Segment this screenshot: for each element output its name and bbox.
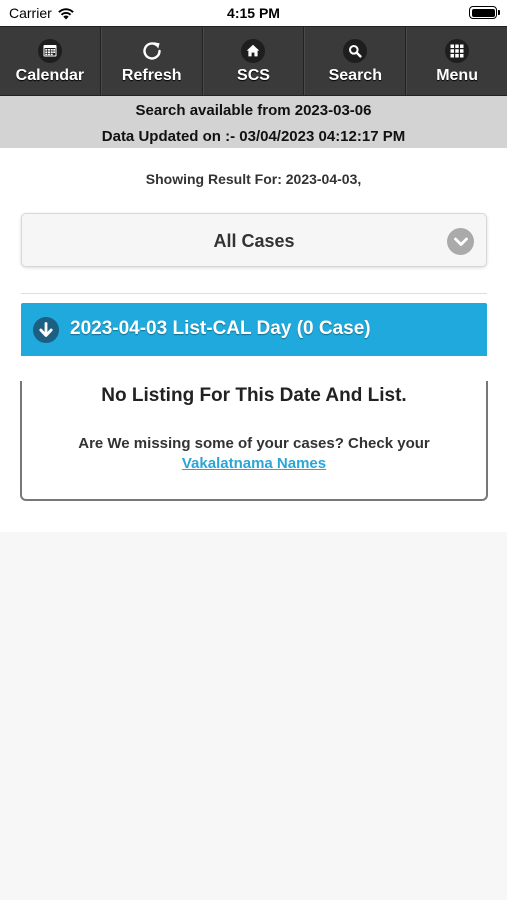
toolbar-refresh-label: Refresh — [121, 66, 182, 84]
showing-result-text: Showing Result For: 2023-04-03, — [145, 171, 362, 187]
status-bar: Carrier 4:15 PM — [0, 0, 507, 26]
divider — [21, 293, 487, 294]
vakalatnama-names-link[interactable]: Vakalatnama Names — [22, 455, 486, 472]
no-listing-message: No Listing For This Date And List. — [101, 385, 407, 406]
calendar-icon — [37, 38, 63, 64]
search-icon — [342, 38, 368, 64]
main-content: Showing Result For: 2023-04-03, All Case… — [0, 148, 507, 532]
home-icon — [240, 38, 266, 64]
toolbar-search-button[interactable]: Search — [304, 27, 407, 95]
data-updated-text: Data Updated on :- 03/04/2023 04:12:17 P… — [101, 128, 406, 145]
top-toolbar: Calendar Refresh SCS Search Menu — [0, 26, 507, 96]
toolbar-scs-button[interactable]: SCS — [202, 27, 305, 95]
toolbar-search-label: Search — [328, 66, 382, 84]
info-banner: Search available from 2023-03-06 Data Up… — [0, 96, 507, 148]
battery-icon — [469, 6, 500, 19]
toolbar-refresh-button[interactable]: Refresh — [100, 27, 203, 95]
toolbar-calendar-button[interactable]: Calendar — [0, 27, 101, 95]
missing-cases-prompt: Are We missing some of your cases? Check… — [78, 435, 430, 452]
toolbar-calendar-label: Calendar — [15, 66, 85, 84]
arrow-down-icon — [33, 317, 59, 343]
toolbar-menu-button[interactable]: Menu — [406, 27, 507, 95]
toolbar-scs-label: SCS — [237, 66, 270, 84]
refresh-icon — [139, 38, 165, 64]
case-filter-value: All Cases — [213, 231, 295, 251]
status-time: 4:15 PM — [227, 5, 280, 21]
case-filter-select[interactable]: All Cases — [21, 213, 487, 267]
grid-icon — [444, 38, 470, 64]
search-available-text: Search available from 2023-03-06 — [135, 102, 372, 119]
toolbar-menu-label: Menu — [436, 66, 478, 84]
result-panel: No Listing For This Date And List. Are W… — [20, 381, 488, 501]
chevron-down-icon — [447, 228, 474, 255]
list-header-collapsible[interactable]: 2023-04-03 List-CAL Day (0 Case) — [21, 303, 487, 356]
list-header-title: 2023-04-03 List-CAL Day (0 Case) — [70, 318, 371, 339]
